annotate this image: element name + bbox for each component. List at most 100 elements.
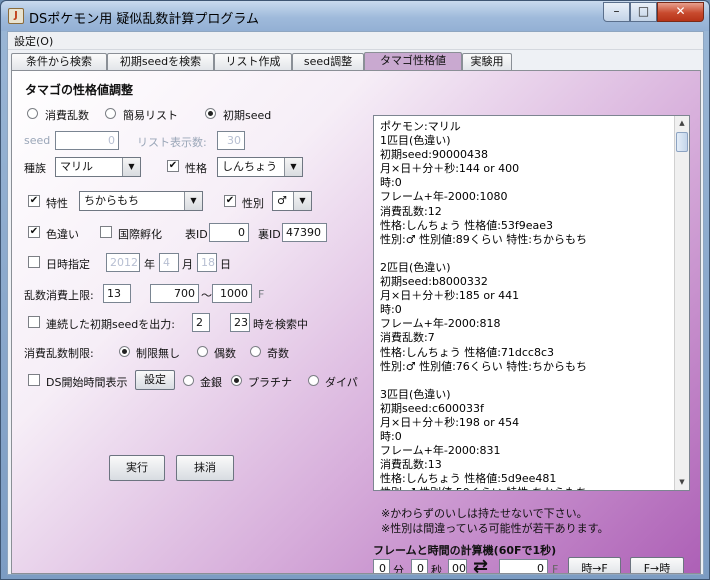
consecutive-input[interactable]: 2 <box>192 313 210 332</box>
app-window: J DSポケモン用 疑似乱数計算プログラム – □ ✕ 設定(O) 条件から検索… <box>0 0 710 580</box>
ds-time-label: DS開始時間表示 <box>46 376 128 389</box>
version-gs-label: 金銀 <box>200 376 222 389</box>
calculator-title: フレームと時間の計算機(60Fで1秒) <box>373 544 557 557</box>
close-icon: ✕ <box>675 4 686 18</box>
back-id-input[interactable]: 47390 <box>282 223 327 242</box>
year-unit: 年 <box>144 258 155 271</box>
run-button[interactable]: 実行 <box>109 455 165 481</box>
version-gs-radio[interactable] <box>183 375 194 386</box>
vertical-scrollbar[interactable]: ▲ ▼ <box>674 116 689 490</box>
result-text: ポケモン:マリル 1匹目(色違い) 初期seed:90000438 月×日＋分＋… <box>380 120 587 490</box>
calc-minute-input[interactable]: 0 <box>373 559 390 573</box>
ds-time-checkbox[interactable] <box>28 374 40 386</box>
limit-none-label: 制限無し <box>136 347 180 360</box>
minimize-icon: – <box>613 4 620 18</box>
consecutive-label: 連続した初期seedを出力: <box>46 318 175 331</box>
front-id-input[interactable]: 0 <box>209 223 249 242</box>
ability-label: 特性 <box>46 197 68 210</box>
version-dp-label: ダイパ <box>325 376 358 389</box>
gender-combo[interactable]: ♂ ▼ <box>272 191 312 211</box>
scroll-down-icon[interactable]: ▼ <box>675 475 689 490</box>
frame-to-time-button[interactable]: F→時 <box>630 557 684 573</box>
calc-frame-input[interactable]: 0 <box>499 559 548 573</box>
frame-to-input[interactable]: 1000 <box>212 284 252 303</box>
limit-none-radio[interactable] <box>119 346 130 357</box>
mode-initial-seed-radio[interactable] <box>205 108 216 119</box>
consume-limit-label: 乱数消費上限: <box>24 289 94 302</box>
window-title: DSポケモン用 疑似乱数計算プログラム <box>29 12 260 27</box>
date-label: 日時指定 <box>46 258 90 271</box>
frame-unit: F <box>258 288 265 301</box>
front-id-label: 表ID <box>185 228 208 241</box>
frame-from-input[interactable]: 700 <box>150 284 199 303</box>
menu-bar: 設定(O) <box>8 32 703 50</box>
ability-checkbox[interactable]: ✔ <box>28 195 40 207</box>
version-dp-radio[interactable] <box>308 375 319 386</box>
species-combo[interactable]: マリル ▼ <box>55 157 141 177</box>
intl-hatch-label: 国際孵化 <box>118 228 162 241</box>
year-input[interactable]: 2012 <box>106 253 140 272</box>
hour-input[interactable]: 23 <box>230 313 250 332</box>
nature-checkbox[interactable]: ✔ <box>167 160 179 172</box>
settings-button[interactable]: 設定 <box>135 370 175 390</box>
gender-checkbox[interactable]: ✔ <box>224 195 236 207</box>
maximize-icon: □ <box>637 4 650 18</box>
tab-initial-seed-search[interactable]: 初期seedを検索 <box>107 53 214 71</box>
result-textarea[interactable]: ポケモン:マリル 1匹目(色違い) 初期seed:90000438 月×日＋分＋… <box>373 115 690 491</box>
swap-arrows-icon: ⇄ <box>473 556 489 574</box>
seed-input[interactable]: 0 <box>55 131 119 150</box>
egg-pid-panel: タマゴの性格値調整 消費乱数 簡易リスト 初期seed seed 0 リスト表示… <box>11 70 701 574</box>
gender-label: 性別 <box>242 197 264 210</box>
calc-minute-unit: 分 <box>393 564 404 574</box>
note-gender: ※性別は間違っている可能性が若干あります。 <box>381 522 609 535</box>
tab-experiment[interactable]: 実験用 <box>462 53 512 71</box>
mode-consume-label: 消費乱数 <box>45 109 89 122</box>
chevron-down-icon: ▼ <box>184 192 202 210</box>
scroll-up-icon[interactable]: ▲ <box>675 116 689 131</box>
limit-label: 消費乱数制限: <box>24 347 94 360</box>
month-unit: 月 <box>182 258 193 271</box>
species-label: 種族 <box>24 162 46 175</box>
title-bar[interactable]: J DSポケモン用 疑似乱数計算プログラム – □ ✕ <box>1 1 709 31</box>
month-input[interactable]: 4 <box>159 253 179 272</box>
menu-settings[interactable]: 設定(O) <box>14 33 53 49</box>
limit-even-radio[interactable] <box>197 346 208 357</box>
maximize-button[interactable]: □ <box>630 2 657 22</box>
client-area: 設定(O) 条件から検索 初期seedを検索 リスト作成 seed調整 タマゴ性… <box>7 31 704 575</box>
mode-simple-list-label: 簡易リスト <box>123 109 178 122</box>
version-platinum-radio[interactable] <box>231 375 242 386</box>
calc-fraction-input[interactable]: 00 <box>448 559 467 573</box>
tab-egg-pid[interactable]: タマゴ性格値 <box>364 52 462 71</box>
tab-list-create[interactable]: リスト作成 <box>214 53 292 71</box>
clear-button[interactable]: 抹消 <box>176 455 234 481</box>
intl-hatch-checkbox[interactable] <box>100 226 112 238</box>
limit-odd-radio[interactable] <box>250 346 261 357</box>
tab-seed-adjust[interactable]: seed調整 <box>292 53 364 71</box>
chevron-down-icon: ▼ <box>122 158 140 176</box>
nature-combo[interactable]: しんちょう ▼ <box>217 157 303 177</box>
time-to-frame-button[interactable]: 時→F <box>568 557 621 573</box>
list-count-label: リスト表示数: <box>137 136 207 149</box>
consecutive-checkbox[interactable] <box>28 316 40 328</box>
day-unit: 日 <box>220 258 231 271</box>
mode-consume-radio[interactable] <box>27 108 38 119</box>
calc-second-input[interactable]: 0 <box>411 559 428 573</box>
mode-initial-seed-label: 初期seed <box>223 109 272 122</box>
chevron-down-icon: ▼ <box>284 158 302 176</box>
list-count-input[interactable]: 30 <box>217 131 245 150</box>
ability-combo[interactable]: ちからもち ▼ <box>79 191 203 211</box>
shiny-checkbox[interactable]: ✔ <box>28 226 40 238</box>
date-checkbox[interactable] <box>28 256 40 268</box>
close-button[interactable]: ✕ <box>657 2 704 22</box>
day-input[interactable]: 18 <box>197 253 217 272</box>
limit-odd-label: 奇数 <box>267 347 289 360</box>
nature-label: 性格 <box>185 162 207 175</box>
ability-value: ちからもち <box>84 194 139 207</box>
minimize-button[interactable]: – <box>603 2 630 22</box>
tab-condition-search[interactable]: 条件から検索 <box>11 53 107 71</box>
java-icon: J <box>8 8 24 24</box>
consume-limit-input[interactable]: 13 <box>103 284 131 303</box>
species-value: マリル <box>60 160 93 173</box>
mode-simple-list-radio[interactable] <box>105 108 116 119</box>
scroll-thumb[interactable] <box>676 132 688 152</box>
